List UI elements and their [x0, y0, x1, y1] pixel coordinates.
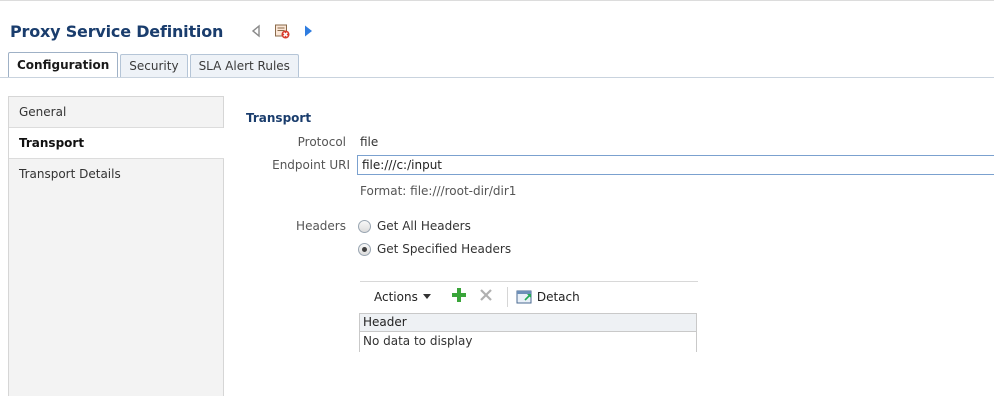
tab-security[interactable]: Security: [120, 54, 188, 78]
tab-divider: [0, 77, 994, 78]
get-all-headers-label: Get All Headers: [377, 219, 471, 233]
detach-label: Detach: [536, 289, 580, 304]
tab-sla-alert-rules[interactable]: SLA Alert Rules: [189, 54, 299, 78]
sidebar-item-general[interactable]: General: [9, 97, 223, 128]
page-title: Proxy Service Definition: [10, 22, 224, 41]
endpoint-uri-input[interactable]: [357, 155, 994, 175]
detach-button[interactable]: Detach: [516, 289, 580, 305]
collapse-left-icon[interactable]: [248, 23, 264, 39]
sidebar: General Transport Transport Details: [8, 96, 224, 396]
sidebar-item-transport-details[interactable]: Transport Details: [9, 159, 223, 190]
get-specified-headers-radio[interactable]: [358, 242, 371, 256]
sidebar-item-transport[interactable]: Transport: [9, 128, 224, 159]
headers-label: Headers: [296, 219, 346, 233]
add-icon[interactable]: [451, 287, 467, 306]
toolbar-separator: [506, 286, 508, 307]
protocol-value: file: [360, 135, 379, 149]
detach-icon: [516, 290, 532, 303]
get-specified-headers-label: Get Specified Headers: [377, 242, 512, 256]
remove-icon[interactable]: [479, 288, 493, 305]
top-divider: [0, 0, 994, 1]
tab-configuration[interactable]: Configuration: [8, 52, 119, 78]
tab-bar: Configuration Security SLA Alert Rules: [8, 52, 299, 78]
protocol-label: Protocol: [297, 135, 346, 149]
delete-service-icon[interactable]: [274, 23, 290, 39]
column-header-header[interactable]: Header: [360, 314, 697, 332]
empty-table-message: No data to display: [360, 332, 697, 352]
section-title: Transport: [246, 111, 312, 125]
get-all-headers-radio[interactable]: [358, 219, 371, 233]
expand-right-icon[interactable]: [300, 23, 316, 39]
headers-toolbar: Actions Detach: [360, 281, 698, 311]
get-all-headers-option[interactable]: Get All Headers: [358, 219, 471, 233]
actions-menu-label: Actions: [374, 289, 418, 304]
headers-table: Header No data to display: [359, 313, 697, 352]
title-toolbar: [248, 23, 316, 39]
actions-menu[interactable]: Actions: [360, 282, 445, 312]
format-hint: Format: file:///root-dir/dir1: [360, 184, 517, 198]
endpoint-uri-label: Endpoint URI: [272, 158, 350, 172]
get-specified-headers-option[interactable]: Get Specified Headers: [358, 242, 511, 256]
chevron-down-icon: [422, 293, 431, 299]
